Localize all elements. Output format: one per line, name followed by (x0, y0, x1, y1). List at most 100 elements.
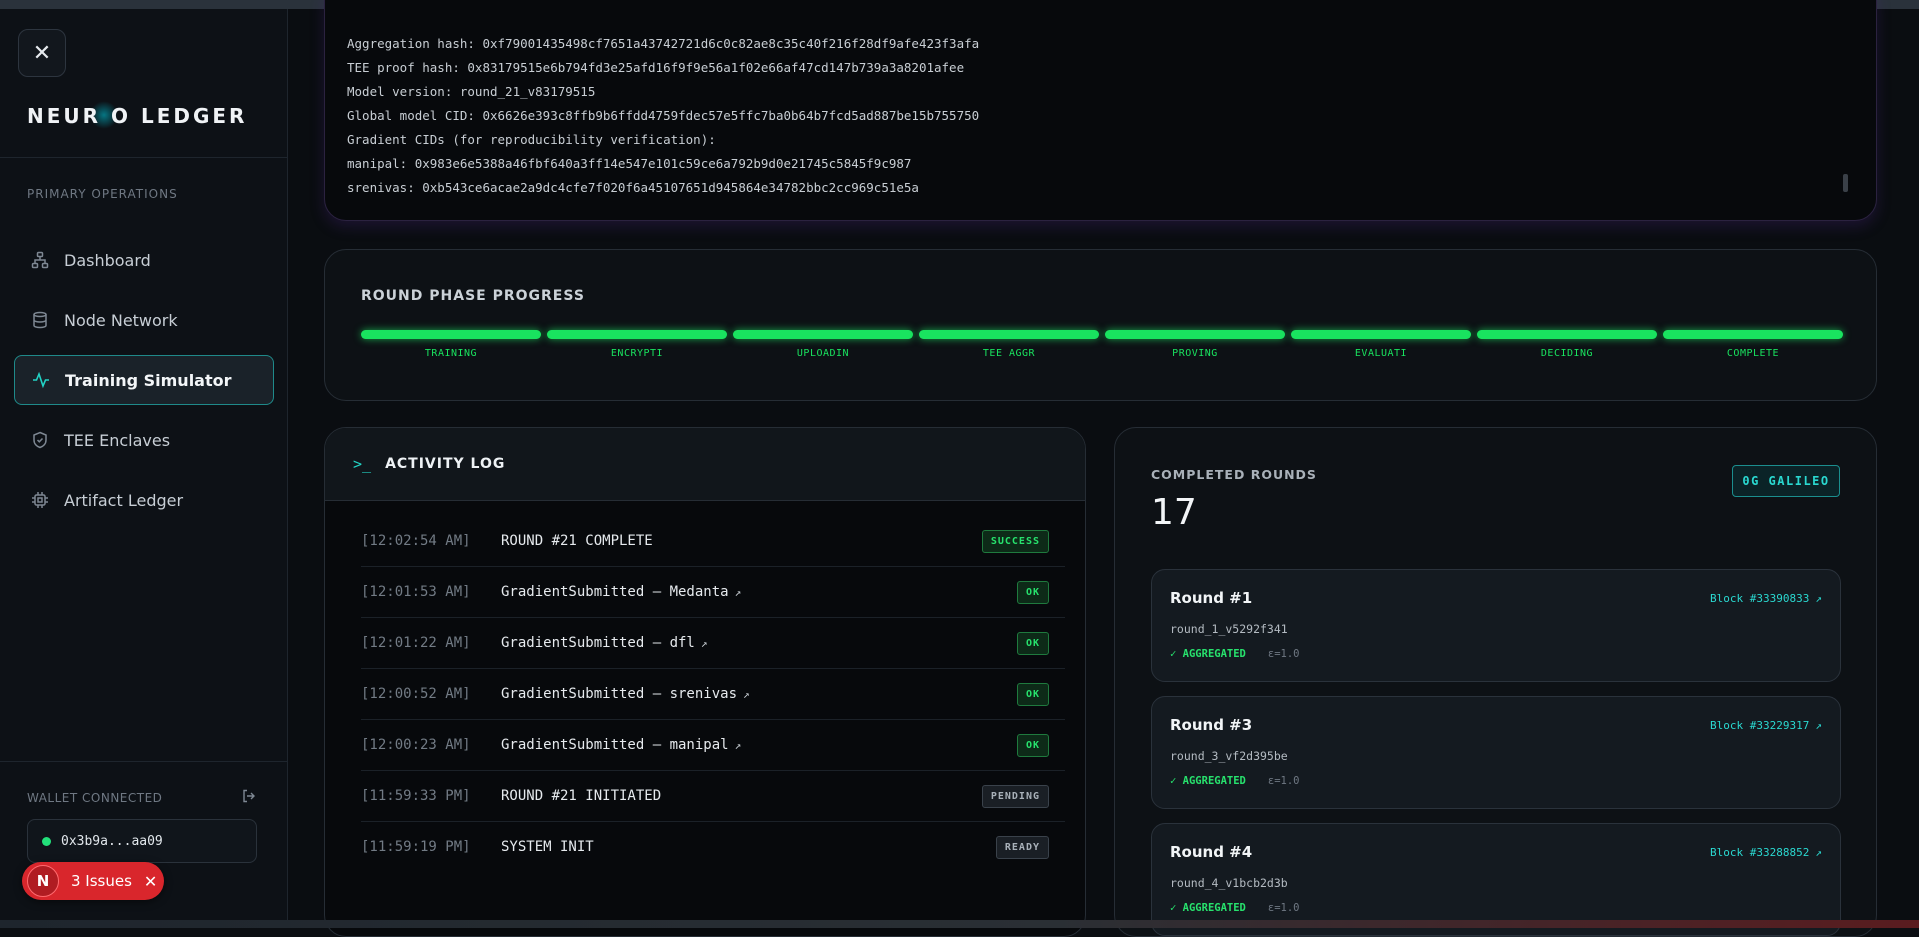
sidebar-item-training-simulator[interactable]: Training Simulator (14, 355, 274, 405)
status-badge: SUCCESS (981, 529, 1049, 553)
phase-label: EVALUATI (1354, 348, 1408, 359)
round-status: ✓ AGGREGATED ε=1.0 (1170, 775, 1299, 787)
round-block-link[interactable]: Block #33288852 ↗ (1710, 846, 1822, 859)
activity-log-card: >_ ACTIVITY LOG [12:02:54 AM] ROUND #21 … (324, 427, 1086, 937)
external-link-icon: ↗ (1815, 846, 1822, 859)
shield-icon (30, 430, 50, 450)
phase-bar (1105, 330, 1285, 339)
log-message[interactable]: GradientSubmitted – manipal ↗ (501, 737, 1017, 753)
phase-label: TRAINING (424, 348, 478, 359)
external-link-icon[interactable]: ↗ (735, 586, 742, 599)
round-title: Round #1 (1170, 589, 1253, 607)
phase-label: DECIDING (1540, 348, 1594, 359)
completed-rounds-count: 17 (1151, 492, 1197, 533)
log-row: [12:01:53 AM] GradientSubmitted – Medant… (361, 567, 1065, 618)
sidebar-item-tee-enclaves[interactable]: TEE Enclaves (14, 415, 274, 465)
round-block-link[interactable]: Block #33390833 ↗ (1710, 592, 1822, 605)
phase-label: UPLOADIN (796, 348, 850, 359)
nextjs-logo-icon: N (27, 865, 59, 897)
status-badge: OK (1016, 682, 1049, 706)
issues-badge[interactable]: N 3 Issues ✕ (22, 862, 164, 900)
sidebar-item-node-network[interactable]: Node Network (14, 295, 274, 345)
logout-icon[interactable] (242, 789, 256, 807)
scrollbar-thumb[interactable] (1843, 174, 1848, 192)
log-row: [11:59:19 PM] SYSTEM INIT READY (361, 822, 1065, 872)
block-number: Block #33229317 (1710, 719, 1810, 732)
sidebar: ✕ NEUR O LEDGER PRIMARY OPERATIONS Dashb… (0, 9, 288, 920)
phase-bar (547, 330, 727, 339)
phase-label: COMPLETE (1726, 348, 1780, 359)
completed-rounds-card: COMPLETED ROUNDS 17 0G GALILEO Round #1 … (1114, 427, 1877, 937)
phase-label: TEE AGGR (982, 348, 1036, 359)
connected-status-dot (42, 836, 51, 846)
wallet-label: WALLET CONNECTED (27, 791, 163, 805)
check-icon: ✓ (1170, 775, 1183, 787)
sidebar-item-dashboard[interactable]: Dashboard (14, 235, 274, 285)
tee-proof-hash: TEE proof hash: 0x83179515e6b794fd3e25af… (347, 60, 965, 75)
phase-progress-title: ROUND PHASE PROGRESS (361, 288, 585, 304)
activity-log-header: >_ ACTIVITY LOG (325, 428, 1085, 501)
log-message-text: ROUND #21 COMPLETE (501, 533, 653, 549)
browser-bottom-strip (0, 920, 1919, 928)
main-content: Aggregation hash: 0xf79001435498cf7651a4… (288, 0, 1919, 937)
status-badge: PENDING (981, 784, 1049, 808)
log-message[interactable]: GradientSubmitted – dfl ↗ (501, 635, 1017, 651)
log-message: SYSTEM INIT (501, 839, 996, 855)
activity-icon (31, 370, 51, 390)
log-message: ROUND #21 INITIATED (501, 788, 982, 804)
phase-step: DECIDING (1477, 330, 1657, 359)
close-sidebar-button[interactable]: ✕ (18, 29, 66, 77)
phase-progress-card: ROUND PHASE PROGRESS TRAINING ENCRYPTI U… (324, 249, 1877, 401)
log-message: ROUND #21 COMPLETE (501, 533, 982, 549)
status-badge: OK (1016, 631, 1049, 655)
section-label: PRIMARY OPERATIONS (27, 187, 178, 201)
round-title: Round #4 (1170, 843, 1253, 861)
external-link-icon[interactable]: ↗ (735, 739, 742, 752)
close-icon[interactable]: ✕ (144, 872, 157, 891)
phase-bar (361, 330, 541, 339)
phase-bar (733, 330, 913, 339)
gradient-cid-line: manipal: 0x983e6e5388a46fbf640a3ff14e547… (347, 156, 912, 171)
round-list: Round #1 Block #33390833 ↗ round_1_v5292f… (1151, 569, 1841, 936)
epsilon-value: ε=1.0 (1267, 648, 1300, 660)
round-version: round_1_v5292f341 (1170, 622, 1288, 636)
phase-step: COMPLETE (1663, 330, 1843, 359)
phase-step: ENCRYPTI (547, 330, 727, 359)
round-block-link[interactable]: Block #33229317 ↗ (1710, 719, 1822, 732)
external-link-icon[interactable]: ↗ (701, 637, 708, 650)
phase-bar (919, 330, 1099, 339)
terminal-icon: >_ (353, 455, 372, 473)
log-message-text: GradientSubmitted – dfl (501, 635, 695, 651)
phase-label: ENCRYPTI (610, 348, 664, 359)
sidebar-item-artifact-ledger[interactable]: Artifact Ledger (14, 475, 274, 525)
round-status: ✓ AGGREGATED ε=1.0 (1170, 648, 1299, 660)
phase-label: PROVING (1172, 348, 1218, 359)
phase-step: EVALUATI (1291, 330, 1471, 359)
log-message-text: ROUND #21 INITIATED (501, 788, 662, 804)
round-card[interactable]: Round #3 Block #33229317 ↗ round_3_vf2d39… (1151, 696, 1841, 809)
round-status: ✓ AGGREGATED ε=1.0 (1170, 902, 1299, 914)
chip-icon (30, 490, 50, 510)
sidebar-divider (0, 761, 287, 762)
phase-step: UPLOADIN (733, 330, 913, 359)
proof-details-card: Aggregation hash: 0xf79001435498cf7651a4… (324, 0, 1877, 221)
log-row: [12:02:54 AM] ROUND #21 COMPLETE SUCCESS (361, 516, 1065, 567)
wallet-address-box[interactable]: 0x3b9a...aa09 (27, 819, 257, 863)
log-message[interactable]: GradientSubmitted – srenivas ↗ (501, 686, 1017, 702)
sidebar-item-label: TEE Enclaves (64, 430, 171, 450)
sidebar-item-label: Dashboard (64, 250, 151, 270)
status-text: AGGREGATED (1182, 775, 1246, 787)
epsilon-value: ε=1.0 (1267, 902, 1300, 914)
status-badge: READY (995, 835, 1049, 859)
log-message[interactable]: GradientSubmitted – Medanta ↗ (501, 584, 1017, 600)
status-badge: OK (1016, 580, 1049, 604)
sidebar-item-label: Node Network (64, 310, 178, 330)
round-card[interactable]: Round #1 Block #33390833 ↗ round_1_v5292f… (1151, 569, 1841, 682)
network-badge: 0G GALILEO (1732, 465, 1840, 497)
log-time: [12:00:23 AM] (361, 737, 471, 753)
sidebar-item-label: Artifact Ledger (64, 490, 184, 510)
external-link-icon[interactable]: ↗ (743, 688, 750, 701)
phase-step: TEE AGGR (919, 330, 1099, 359)
round-version: round_4_v1bcb2d3b (1170, 876, 1288, 890)
status-text: AGGREGATED (1182, 902, 1246, 914)
